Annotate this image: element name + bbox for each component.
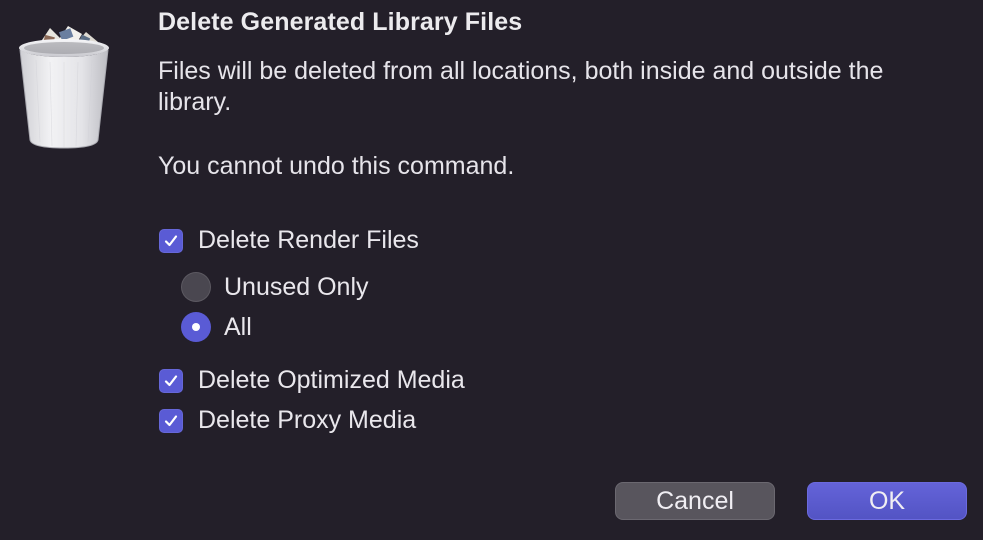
ok-button[interactable]: OK <box>807 482 967 520</box>
delete-render-files-checkbox[interactable] <box>159 228 183 253</box>
undo-warning: You cannot undo this command. <box>158 152 515 180</box>
all-radio[interactable] <box>181 312 211 342</box>
checkmark-icon <box>164 374 178 386</box>
delete-render-files-option[interactable]: Delete Render Files <box>159 226 419 255</box>
delete-proxy-media-label: Delete Proxy Media <box>198 406 417 434</box>
all-label: All <box>224 312 252 341</box>
checkmark-icon <box>164 414 178 426</box>
unused-only-radio[interactable] <box>181 272 211 302</box>
dialog-title: Delete Generated Library Files <box>158 8 523 36</box>
delete-library-files-dialog: Delete Generated Library Files Files wil… <box>0 0 983 540</box>
all-option[interactable]: All <box>181 312 252 342</box>
delete-optimized-media-checkbox[interactable] <box>159 368 183 393</box>
cancel-button[interactable]: Cancel <box>615 482 775 520</box>
checkmark-icon <box>164 234 178 246</box>
delete-render-files-label: Delete Render Files <box>198 226 419 254</box>
delete-optimized-media-option[interactable]: Delete Optimized Media <box>159 366 465 395</box>
trash-icon <box>19 26 109 149</box>
dialog-message: Files will be deleted from all locations… <box>158 57 884 116</box>
unused-only-label: Unused Only <box>224 272 369 301</box>
delete-proxy-media-checkbox[interactable] <box>159 408 183 433</box>
radio-selected-dot <box>192 323 200 331</box>
unused-only-option[interactable]: Unused Only <box>181 272 369 302</box>
delete-optimized-media-label: Delete Optimized Media <box>198 366 465 394</box>
delete-proxy-media-option[interactable]: Delete Proxy Media <box>159 406 416 435</box>
